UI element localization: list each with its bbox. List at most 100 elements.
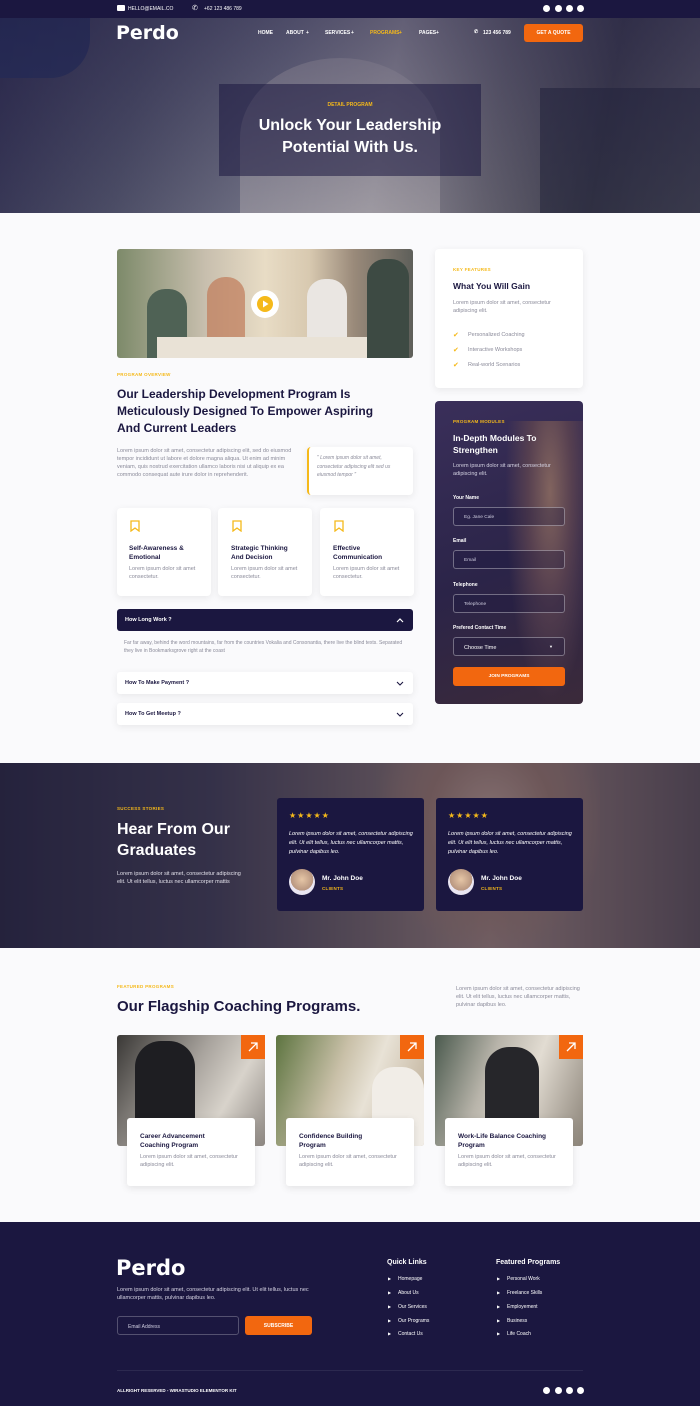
- phone-icon: ✆: [192, 5, 198, 12]
- logo[interactable]: Perdo: [116, 22, 179, 44]
- gain-item: Personalized Coaching: [468, 332, 525, 338]
- facebook-icon[interactable]: [543, 1387, 550, 1394]
- gain-text: Lorem ipsum dolor sit amet, consectetur …: [453, 300, 551, 314]
- avatar: [448, 869, 474, 895]
- feature-title: Effective: [333, 545, 361, 552]
- testimonial-role: CLIENTS: [481, 886, 503, 891]
- stories-title: Hear From Our: [117, 821, 230, 838]
- form-text: Lorem ipsum dolor sit amet, consectetur …: [453, 463, 551, 477]
- program-link-button[interactable]: [559, 1035, 583, 1059]
- footer-link[interactable]: Employement: [507, 1304, 538, 1310]
- faq-item[interactable]: How To Get Meetup ?: [117, 703, 413, 725]
- topbar-phone[interactable]: +62 123 486 789: [204, 6, 242, 12]
- hero-title-2: Potential With Us.: [282, 139, 418, 156]
- telephone-label: Telephone: [453, 582, 478, 588]
- footer-logo[interactable]: Perdo: [116, 1256, 185, 1280]
- feature-title: Self-Awareness &: [129, 545, 184, 552]
- testimonial-card: ★★★★★ Lorem ipsum dolor sit amet, consec…: [277, 798, 424, 911]
- subscribe-button[interactable]: SUBSCRIBE: [245, 1316, 312, 1335]
- overview-body: Lorem ipsum dolor sit amet, consectetur …: [117, 448, 292, 478]
- rating-stars: ★★★★★: [448, 811, 489, 820]
- chevron-down-icon: +: [351, 30, 354, 36]
- join-programs-button[interactable]: JOIN PROGRAMS: [453, 667, 565, 686]
- topbar-email[interactable]: HELLO@EMAIL.CO: [128, 6, 173, 12]
- programs-eyebrow: FEATURED PROGRAMS: [117, 984, 175, 989]
- check-icon: ✔: [453, 347, 459, 354]
- footer-link[interactable]: Our Services: [398, 1304, 427, 1310]
- rating-stars: ★★★★★: [289, 811, 330, 820]
- youtube-icon[interactable]: [566, 5, 573, 12]
- check-icon: ✔: [453, 362, 459, 369]
- form-title: In-Depth Modules To: [453, 433, 537, 443]
- avatar: [289, 869, 315, 895]
- gain-item: Real-world Scenarios: [468, 362, 521, 368]
- feature-title: Emotional: [129, 554, 161, 561]
- chevron-down-icon: [396, 712, 404, 717]
- program-link-button[interactable]: [241, 1035, 265, 1059]
- youtube-icon[interactable]: [566, 1387, 573, 1394]
- faq-item[interactable]: How To Make Payment ?: [117, 672, 413, 694]
- feature-card: Strategic Thinking And Decision Lorem ip…: [218, 508, 312, 596]
- overview-title-line: Our Leadership Development Program Is: [117, 387, 351, 401]
- pinterest-icon[interactable]: [577, 5, 584, 12]
- program-title-2: Program: [458, 1142, 485, 1149]
- form-eyebrow: PROGRAM MODULES: [453, 419, 505, 424]
- name-input[interactable]: Eg. Jane Cale: [453, 507, 565, 526]
- footer-link[interactable]: Business: [507, 1318, 527, 1324]
- footer: [0, 1222, 700, 1406]
- overview-quote: " Lorem ipsum dolor sit amet, consectetu…: [307, 447, 413, 495]
- gain-item: Interactive Workshops: [468, 347, 523, 353]
- nav-home[interactable]: HOME: [258, 30, 273, 36]
- footer-link[interactable]: About Us: [398, 1290, 419, 1296]
- footer-link[interactable]: Personal Work: [507, 1276, 540, 1282]
- arrow-up-right-icon: [248, 1042, 258, 1052]
- chevron-down-icon: +: [306, 30, 309, 36]
- overview-title-line: Meticulously Designed To Empower Aspirin…: [117, 404, 374, 418]
- telephone-input[interactable]: Telephone: [453, 594, 565, 613]
- chevron-up-icon: [396, 618, 404, 623]
- triangle-right-icon: ▶: [497, 1318, 501, 1323]
- hero-title-box: DETAIL PROGRAM Unlock Your Leadership Po…: [219, 84, 481, 176]
- faq-item-open[interactable]: How Long Work ?: [117, 609, 413, 631]
- program-link-button[interactable]: [400, 1035, 424, 1059]
- program-title-2: Coaching Program: [140, 1142, 199, 1149]
- stories-title-2: Graduates: [117, 842, 197, 859]
- pinterest-icon[interactable]: [577, 1387, 584, 1394]
- footer-link[interactable]: Homepage: [398, 1276, 422, 1282]
- get-quote-button[interactable]: GET A QUOTE: [524, 24, 583, 42]
- twitter-icon[interactable]: [555, 5, 562, 12]
- footer-link[interactable]: Our Programs: [398, 1318, 429, 1324]
- bookmark-icon: [130, 520, 140, 532]
- facebook-icon[interactable]: [543, 5, 550, 12]
- email-input[interactable]: Email: [453, 550, 565, 569]
- bookmark-icon: [232, 520, 242, 532]
- nav-about[interactable]: ABOUT: [286, 30, 304, 36]
- overview-eyebrow: PROGRAM OVERVIEW: [117, 372, 171, 377]
- footer-link[interactable]: Contact Us: [398, 1331, 423, 1337]
- hero-title: Unlock Your Leadership: [258, 117, 442, 134]
- quick-links-title: Quick Links: [387, 1259, 427, 1266]
- testimonial-name: Mr. John Doe: [481, 875, 522, 882]
- footer-link[interactable]: Freelance Skills: [507, 1290, 542, 1296]
- program-card[interactable]: Confidence Building Program Lorem ipsum …: [286, 1118, 414, 1186]
- check-icon: ✔: [453, 332, 459, 339]
- form-title-2: Strengthen: [453, 445, 498, 455]
- program-card[interactable]: Career Advancement Coaching Program Lore…: [127, 1118, 255, 1186]
- nav-pages[interactable]: PAGES: [419, 30, 436, 36]
- stories-eyebrow: SUCCESS STORIES: [117, 806, 165, 811]
- overview-title-line: And Current Leaders: [117, 421, 237, 435]
- nav-phone[interactable]: 123 456 789: [483, 30, 511, 36]
- programs-title: Our Flagship Coaching Programs.: [117, 998, 361, 1015]
- copyright: ALLRIGHT RESERVED - WIRASTUDIO ELEMENTOR…: [117, 1388, 237, 1393]
- nav-services[interactable]: SERVICES: [325, 30, 350, 36]
- nav-programs[interactable]: PROGRAMS: [370, 30, 399, 36]
- footer-link[interactable]: Life Coach: [507, 1331, 531, 1337]
- program-card[interactable]: Work-Life Balance Coaching Program Lorem…: [445, 1118, 573, 1186]
- footer-email-input[interactable]: Email Address: [117, 1316, 239, 1335]
- faq-question: How To Make Payment ?: [125, 680, 190, 686]
- faq-question: How To Get Meetup ?: [125, 711, 181, 717]
- twitter-icon[interactable]: [555, 1387, 562, 1394]
- testimonial-card: ★★★★★ Lorem ipsum dolor sit amet, consec…: [436, 798, 583, 911]
- triangle-right-icon: ▶: [497, 1304, 501, 1309]
- feature-text: Lorem ipsum dolor sit amet consectetur.: [231, 566, 298, 580]
